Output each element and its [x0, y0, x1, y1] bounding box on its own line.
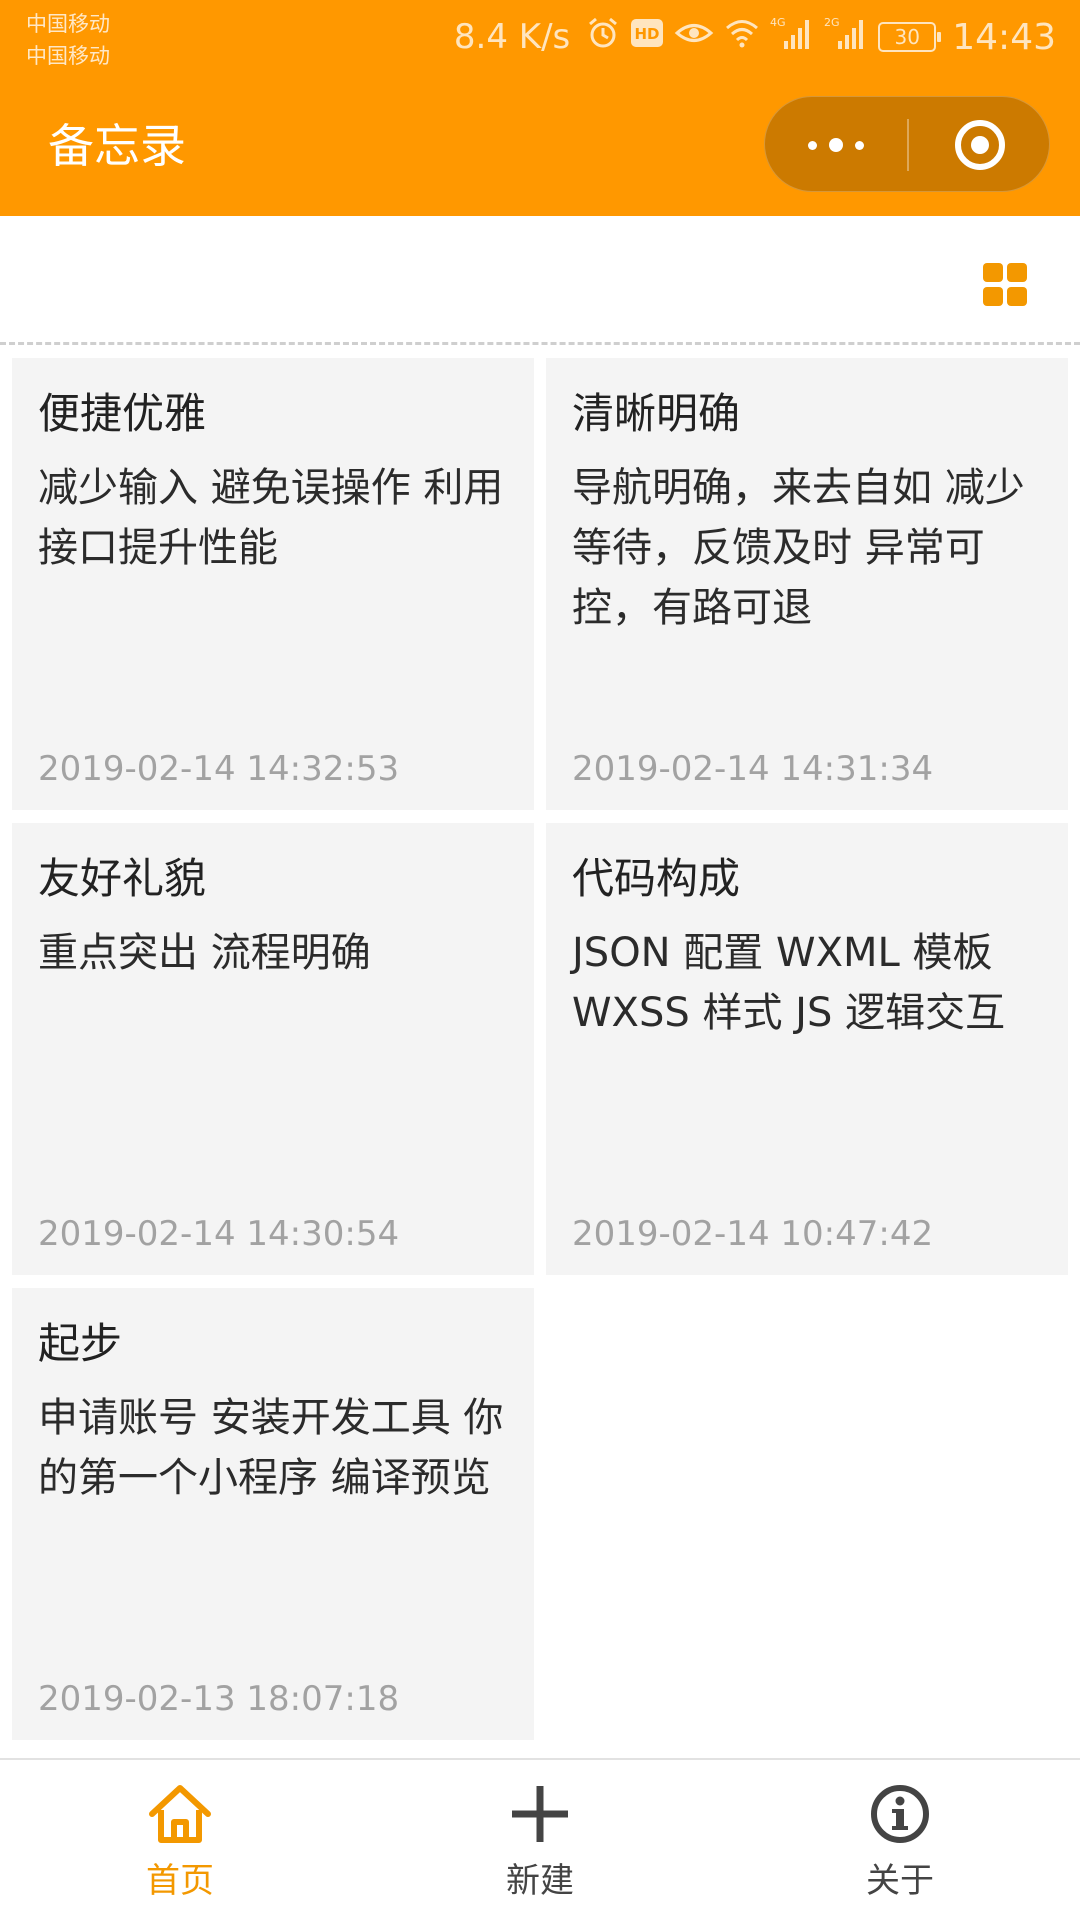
memo-date: 2019-02-14 14:30:54: [38, 1214, 400, 1254]
svg-text:HD: HD: [635, 25, 660, 43]
eye-icon: [674, 17, 714, 57]
memo-content: 重点突出 流程明确: [38, 930, 371, 976]
tab-home[interactable]: 首页: [80, 1760, 280, 1920]
wifi-icon: [724, 17, 760, 58]
memo-title: 友好礼貌: [38, 854, 207, 903]
info-icon: [868, 1782, 932, 1846]
tab-about-label: 关于: [866, 1861, 934, 1901]
tab-new-label: 新建: [506, 1861, 574, 1901]
memo-title: 起步: [38, 1319, 123, 1368]
memo-title: 便捷优雅: [38, 389, 207, 438]
memo-content: 减少输入 避免误操作 利用接口提升性能: [38, 465, 504, 571]
app-header: 中国移动 中国移动 8.4 K/s HD 4G 2G 30 14:43 备忘录: [0, 0, 1080, 216]
home-icon: [148, 1782, 212, 1846]
status-bar: 中国移动 中国移动 8.4 K/s HD 4G 2G 30 14:43: [0, 0, 1080, 76]
tab-about[interactable]: 关于: [800, 1760, 1000, 1920]
toolbar-divider: [0, 342, 1080, 345]
record-target-icon[interactable]: [909, 97, 1051, 193]
tab-home-label: 首页: [146, 1861, 214, 1901]
hd-icon: HD: [630, 17, 664, 57]
memo-card[interactable]: 起步 申请账号 安装开发工具 你的第一个小程序 编译预览 2019-02-13 …: [12, 1288, 534, 1740]
memo-content: 申请账号 安装开发工具 你的第一个小程序 编译预览: [38, 1395, 504, 1501]
memo-card[interactable]: 清晰明确 导航明确，来去自如 减少等待，反馈及时 异常可控，有路可退 2019-…: [546, 358, 1068, 810]
signal-4g-icon: 4G: [770, 15, 814, 60]
svg-text:2G: 2G: [824, 16, 840, 29]
signal-2g-icon: 2G: [824, 15, 868, 60]
grid-view-icon[interactable]: [980, 260, 1030, 310]
memo-card[interactable]: 友好礼貌 重点突出 流程明确 2019-02-14 14:30:54: [12, 823, 534, 1275]
more-dots-icon[interactable]: [765, 97, 907, 193]
view-toolbar: [0, 216, 1080, 344]
mini-program-capsule: [764, 96, 1050, 192]
status-indicators: 8.4 K/s HD 4G 2G 30 14:43: [454, 14, 1056, 60]
carrier-label-2: 中国移动: [26, 44, 110, 68]
status-time: 14:43: [952, 16, 1056, 58]
battery-icon: 30: [878, 22, 942, 52]
memo-card[interactable]: 便捷优雅 减少输入 避免误操作 利用接口提升性能 2019-02-14 14:3…: [12, 358, 534, 810]
memo-content: JSON 配置 WXML 模板 WXSS 样式 JS 逻辑交互: [572, 930, 1006, 1036]
page-title: 备忘录: [48, 119, 186, 173]
memo-date: 2019-02-13 18:07:18: [38, 1679, 400, 1719]
memo-date: 2019-02-14 14:32:53: [38, 749, 400, 789]
memo-title: 清晰明确: [572, 389, 741, 438]
alarm-icon: [586, 16, 620, 59]
tab-new[interactable]: 新建: [440, 1760, 640, 1920]
memo-date: 2019-02-14 10:47:42: [572, 1214, 934, 1254]
plus-icon: [508, 1782, 572, 1846]
svg-text:4G: 4G: [770, 16, 786, 29]
memo-title: 代码构成: [572, 854, 741, 903]
carrier-label-1: 中国移动: [26, 12, 110, 36]
memo-date: 2019-02-14 14:31:34: [572, 749, 934, 789]
memo-card[interactable]: 代码构成 JSON 配置 WXML 模板 WXSS 样式 JS 逻辑交互 201…: [546, 823, 1068, 1275]
network-speed: 8.4 K/s: [453, 17, 571, 57]
memo-content: 导航明确，来去自如 减少等待，反馈及时 异常可控，有路可退: [572, 465, 1025, 631]
bottom-tab-bar: 首页 新建 关于: [0, 1758, 1080, 1920]
